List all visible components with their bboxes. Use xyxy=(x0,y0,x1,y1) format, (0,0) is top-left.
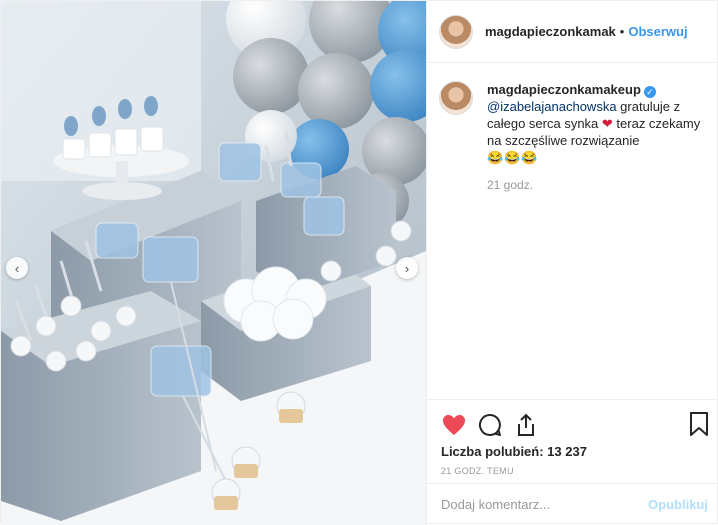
instagram-post: ‹ › magdapieczonkamak • Obserwuj magdapi… xyxy=(0,0,718,525)
chevron-right-icon: › xyxy=(404,260,410,276)
verified-badge-icon: ✓ xyxy=(643,86,656,98)
action-bar xyxy=(427,399,718,449)
follow-button[interactable]: Obserwuj xyxy=(628,24,687,39)
carousel-prev-button[interactable]: ‹ xyxy=(6,257,28,279)
comment-input[interactable] xyxy=(441,497,649,512)
comment-username[interactable]: magdapieczonkamakeup xyxy=(487,82,641,97)
post-timestamp[interactable]: 21 GODZ. TEMU xyxy=(441,466,514,476)
comment-button[interactable] xyxy=(477,412,503,438)
save-button[interactable] xyxy=(688,412,714,438)
chevron-left-icon: ‹ xyxy=(14,260,20,276)
bookmark-icon xyxy=(690,412,708,436)
share-icon xyxy=(518,413,534,436)
comment-icon xyxy=(478,413,501,436)
comment-item: magdapieczonkamakeup ✓ @izabelajanachowsk… xyxy=(439,81,709,166)
likes-count[interactable]: Liczba polubień: 13 237 xyxy=(441,444,587,459)
carousel-next-button[interactable]: › xyxy=(396,257,418,279)
comments-section: magdapieczonkamakeup ✓ @izabelajanachowsk… xyxy=(439,81,709,192)
header-username[interactable]: magdapieczonkamak xyxy=(485,24,616,39)
comment-timestamp: 21 godz. xyxy=(487,178,534,192)
heart-emoji-icon: ❤ xyxy=(601,116,613,131)
comment-mention[interactable]: @izabelajanachowska xyxy=(487,99,617,114)
post-header: magdapieczonkamak • Obserwuj xyxy=(427,1,718,63)
post-sidebar: magdapieczonkamak • Obserwuj magdapieczo… xyxy=(426,1,718,525)
like-button[interactable] xyxy=(441,412,467,438)
avatar[interactable] xyxy=(439,14,473,49)
add-comment-bar: Opublikuj xyxy=(427,483,718,525)
comment-body: magdapieczonkamakeup ✓ @izabelajanachowsk… xyxy=(487,81,707,166)
separator-dot: • xyxy=(619,24,625,39)
heart-icon xyxy=(443,414,465,435)
publish-button[interactable]: Opublikuj xyxy=(648,497,708,512)
comment-avatar[interactable] xyxy=(439,81,473,115)
party-dessert-table-image xyxy=(1,1,426,525)
laughing-emoji-icon: 😂😂😂 xyxy=(487,150,539,165)
post-photo[interactable]: ‹ › xyxy=(1,1,426,525)
share-button[interactable] xyxy=(513,412,539,438)
